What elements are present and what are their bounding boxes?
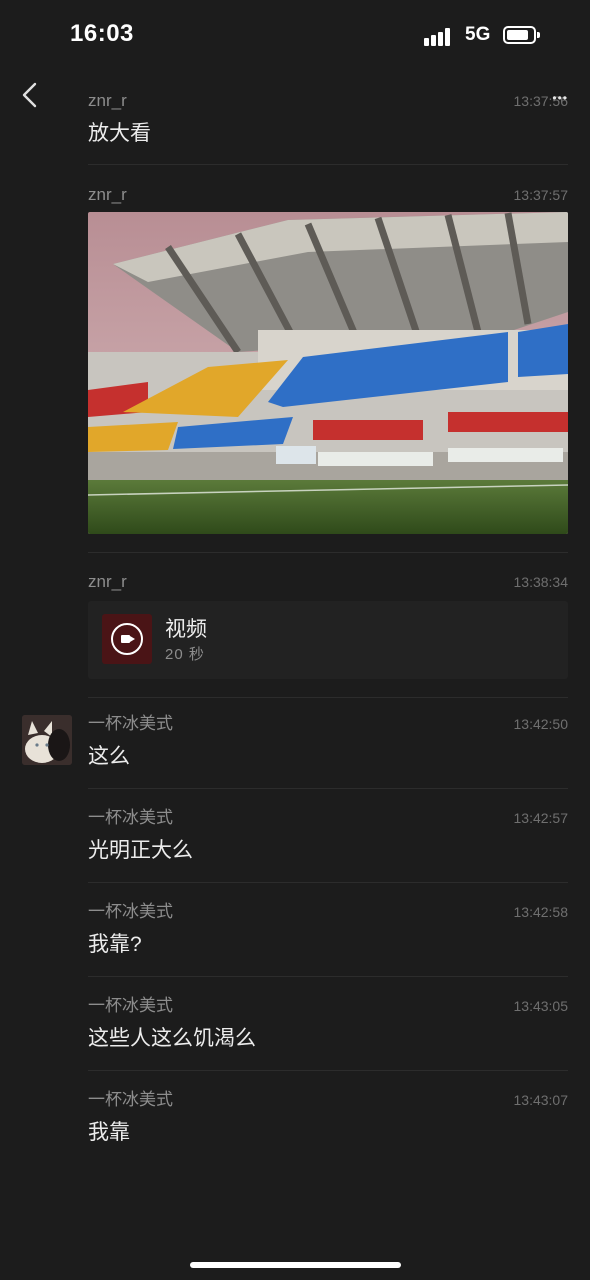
message-time: 13:42:57 xyxy=(513,810,569,826)
video-title: 视频 xyxy=(165,618,207,641)
message-time: 13:38:34 xyxy=(513,574,569,590)
video-camera-icon xyxy=(111,623,143,655)
message-item[interactable]: 一杯冰美式 13:42:58 我靠? xyxy=(88,901,568,958)
signal-strength-icon xyxy=(424,26,456,46)
message-sender: 一杯冰美式 xyxy=(88,714,173,733)
divider xyxy=(88,697,568,698)
message-item[interactable]: 一杯冰美式 13:42:57 光明正大么 xyxy=(88,807,568,864)
message-text: 这些人这么饥渴么 xyxy=(88,1027,256,1050)
chat-history-screen: 16:03 5G znr_r 13:37:56 ••• 放大看 znr_r 13… xyxy=(0,0,590,1280)
divider xyxy=(88,788,568,789)
message-sender: 一杯冰美式 xyxy=(88,808,173,827)
message-item[interactable]: 一杯冰美式 13:43:05 这些人这么饥渴么 xyxy=(88,995,568,1052)
divider xyxy=(88,976,568,977)
message-time: 13:37:57 xyxy=(513,187,569,203)
message-time: 13:43:05 xyxy=(513,998,569,1014)
message-text: 这么 xyxy=(88,745,130,768)
message-sender: znr_r xyxy=(88,91,127,110)
chevron-left-icon xyxy=(22,82,37,108)
message-item: znr_r 13:37:57 xyxy=(88,184,568,206)
stadium-photo[interactable] xyxy=(88,212,568,534)
cat-avatar-image xyxy=(22,715,72,765)
more-options-icon[interactable]: ••• xyxy=(552,92,568,104)
message-sender: 一杯冰美式 xyxy=(88,902,173,921)
divider xyxy=(88,882,568,883)
message-item[interactable]: 一杯冰美式 13:43:07 我靠 xyxy=(88,1089,568,1146)
message-sender: znr_r xyxy=(88,185,127,204)
message-sender: 一杯冰美式 xyxy=(88,996,173,1015)
home-indicator[interactable] xyxy=(190,1262,401,1268)
status-time: 16:03 xyxy=(70,20,134,47)
divider xyxy=(88,1070,568,1071)
message-sender: 一杯冰美式 xyxy=(88,1090,173,1109)
network-type: 5G xyxy=(465,24,491,45)
message-item: znr_r 13:38:34 xyxy=(88,571,568,593)
message-sender: znr_r xyxy=(88,572,127,591)
status-bar: 16:03 5G xyxy=(0,0,590,70)
divider xyxy=(88,164,568,165)
message-text: 我靠 xyxy=(88,1121,130,1144)
message-item[interactable]: znr_r 13:37:56 ••• 放大看 xyxy=(88,90,568,147)
battery-level xyxy=(507,30,529,40)
message-time: 13:43:07 xyxy=(513,1092,569,1108)
message-text: 光明正大么 xyxy=(88,839,193,862)
message-text: 我靠? xyxy=(88,933,142,956)
battery-icon xyxy=(503,26,540,44)
message-item[interactable]: 一杯冰美式 13:42:50 这么 xyxy=(88,713,568,770)
divider xyxy=(88,552,568,553)
video-message-card[interactable]: 视频 20 秒 xyxy=(88,601,568,679)
stadium-image xyxy=(88,212,568,534)
message-time: 13:42:50 xyxy=(513,716,569,732)
message-text: 放大看 xyxy=(88,122,151,145)
video-duration: 20 秒 xyxy=(165,646,205,663)
avatar[interactable] xyxy=(22,715,72,765)
message-time: 13:42:58 xyxy=(513,904,569,920)
back-button[interactable] xyxy=(14,78,48,112)
video-thumbnail xyxy=(102,614,152,664)
